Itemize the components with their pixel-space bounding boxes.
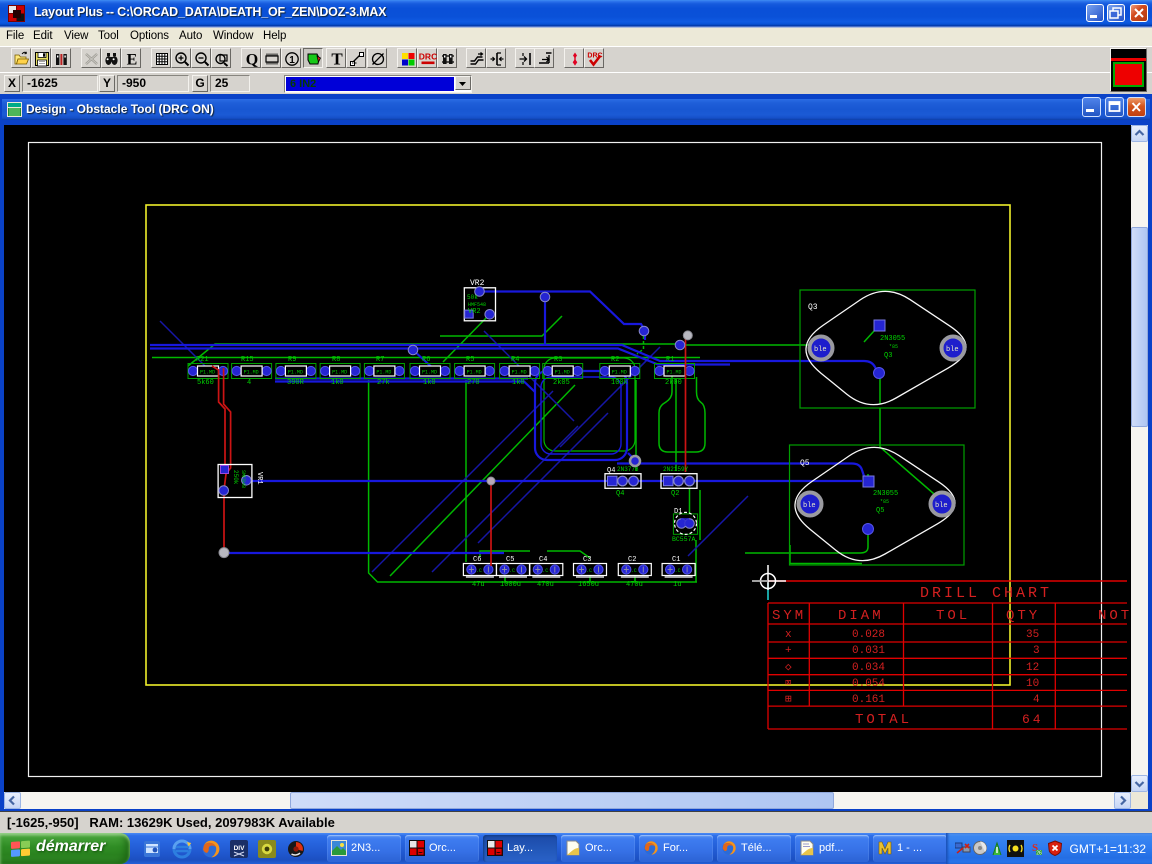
svg-text:C6: C6 (473, 556, 481, 564)
svg-text:64: 64 (1022, 712, 1044, 727)
svg-text:Q4: Q4 (616, 490, 624, 498)
svg-text:BC557A: BC557A (672, 536, 696, 543)
svg-text:1: 1 (289, 55, 295, 66)
svg-text:2k00: 2k00 (665, 379, 682, 387)
svg-text:x: x (785, 629, 792, 641)
svg-text:47u: 47u (472, 581, 485, 589)
svg-text:R4: R4 (511, 356, 519, 364)
svg-text:NOTE: NOTE (1098, 608, 1131, 624)
svg-text:Q3: Q3 (808, 303, 818, 312)
svg-text:DRC: DRC (419, 52, 437, 62)
svg-text:TOTAL: TOTAL (855, 712, 912, 728)
svg-text:R9: R9 (288, 356, 296, 364)
svg-text:0.161: 0.161 (852, 694, 885, 706)
svg-text:Q: Q (246, 52, 258, 69)
svg-text:R6: R6 (422, 356, 430, 364)
svg-text:1k0: 1k0 (512, 379, 525, 387)
svg-text:0.034: 0.034 (852, 662, 885, 674)
svg-text:◇: ◇ (785, 662, 792, 674)
svg-text:50k: 50k (467, 294, 478, 301)
svg-text:0.054: 0.054 (852, 678, 885, 690)
svg-text:27k: 27k (377, 379, 390, 387)
svg-text:1k0: 1k0 (331, 379, 344, 387)
svg-text:4: 4 (1033, 694, 1040, 706)
svg-text:26: 26 (1036, 850, 1042, 856)
svg-text:Q2: Q2 (671, 490, 679, 498)
svg-text:1u: 1u (673, 581, 681, 589)
svg-text:0.028: 0.028 (852, 629, 885, 641)
svg-text:E: E (127, 52, 138, 69)
svg-text:⊞: ⊞ (785, 694, 792, 706)
svg-text:Q4: Q4 (607, 467, 615, 475)
svg-text:VR1: VR1 (255, 472, 263, 485)
svg-text:2N3055: 2N3055 (873, 490, 898, 498)
svg-text:DIAM: DIAM (838, 608, 884, 624)
svg-text:DIV: DIV (234, 845, 246, 852)
svg-text:270: 270 (467, 379, 480, 387)
svg-text:Q5: Q5 (800, 459, 810, 468)
svg-text:5k60: 5k60 (197, 379, 214, 387)
svg-text:C4: C4 (539, 556, 547, 564)
svg-text:2N3055: 2N3055 (880, 335, 905, 343)
svg-text:SMF848: SMF848 (240, 470, 246, 488)
svg-text:⌧: ⌧ (785, 678, 792, 690)
svg-text:R7: R7 (376, 356, 384, 364)
svg-text:C5: C5 (506, 556, 514, 564)
svg-text:R1: R1 (666, 356, 674, 364)
svg-text:VR2: VR2 (470, 279, 485, 288)
svg-text:R21: R21 (196, 356, 209, 364)
svg-text:C1: C1 (672, 556, 680, 564)
svg-text:470u: 470u (537, 581, 554, 589)
svg-text:0.031: 0.031 (852, 645, 885, 657)
svg-text:R2: R2 (611, 356, 619, 364)
svg-text:DRILL CHART: DRILL CHART (920, 585, 1052, 602)
svg-text:1000u: 1000u (500, 581, 521, 589)
svg-text:*85: *85 (880, 499, 889, 505)
svg-text:R8: R8 (332, 356, 340, 364)
svg-text:T: T (331, 50, 343, 68)
svg-text:C2: C2 (628, 556, 636, 564)
svg-text:100k: 100k (611, 379, 628, 387)
svg-text:C3: C3 (583, 556, 591, 564)
svg-text:3: 3 (1033, 645, 1040, 657)
svg-text:1650u: 1650u (578, 581, 599, 589)
svg-text:*85: *85 (889, 344, 898, 350)
svg-text:D1: D1 (674, 508, 682, 516)
svg-text:SYM: SYM (772, 608, 806, 624)
svg-text:Q5: Q5 (876, 507, 884, 515)
svg-text:+: + (785, 645, 792, 657)
svg-text:VR2: VR2 (468, 308, 481, 316)
svg-text:12: 12 (1026, 662, 1039, 674)
svg-text:390R: 390R (287, 379, 305, 387)
svg-text:1k0: 1k0 (423, 379, 436, 387)
svg-text:4: 4 (247, 379, 251, 387)
svg-text:10: 10 (1026, 678, 1039, 690)
svg-text:2k05: 2k05 (553, 379, 570, 387)
svg-text:Q3: Q3 (884, 352, 892, 360)
svg-text:2N2159Y: 2N2159Y (663, 466, 689, 473)
svg-text:470u: 470u (626, 581, 643, 589)
svg-text:QTY: QTY (1006, 608, 1040, 624)
svg-text:R3: R3 (554, 356, 562, 364)
svg-text:TOL: TOL (936, 608, 970, 624)
svg-text:R5: R5 (466, 356, 474, 364)
svg-text:35: 35 (1026, 629, 1039, 641)
svg-text:250k: 250k (232, 470, 239, 485)
svg-text:R15: R15 (241, 356, 254, 364)
